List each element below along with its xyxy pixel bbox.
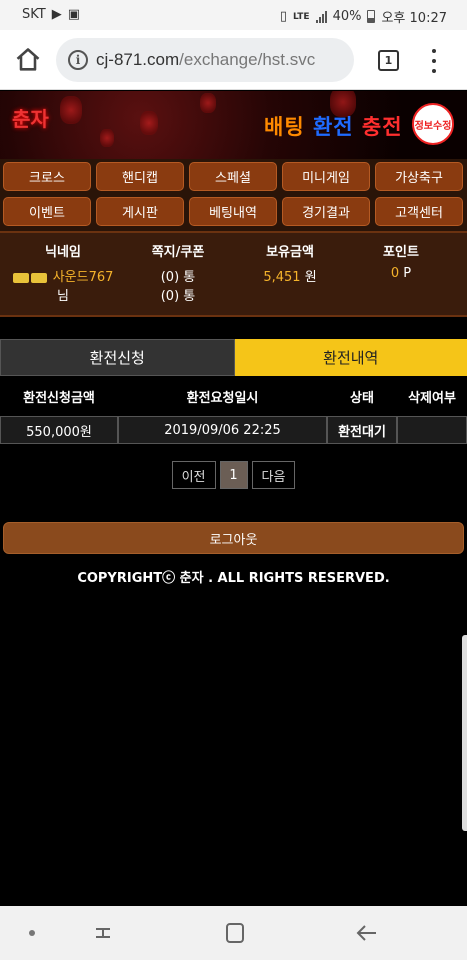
banner-title-exchange: 환전 xyxy=(312,115,354,139)
balance-label: 보유금액 xyxy=(266,245,314,260)
main-menu: 크로스 핸디캡 스페셜 미니게임 가상축구 이벤트 게시판 베팅내역 경기결과 … xyxy=(0,159,467,231)
menu-event[interactable]: 이벤트 xyxy=(3,197,91,226)
coupon-count[interactable]: (0) 통 xyxy=(128,285,228,304)
logout-button[interactable]: 로그아웃 xyxy=(3,522,464,554)
overflow-menu-icon[interactable] xyxy=(430,49,438,73)
menu-bet-history[interactable]: 베팅내역 xyxy=(189,197,277,226)
level-medal-icon xyxy=(12,272,29,283)
message-label: 쪽지/쿠폰 xyxy=(151,245,205,260)
url-host: cj-871.com xyxy=(96,50,180,69)
home-nav-icon[interactable] xyxy=(226,923,244,943)
android-nav-bar xyxy=(0,906,467,960)
menu-special[interactable]: 스페셜 xyxy=(189,162,277,191)
menu-cross[interactable]: 크로스 xyxy=(3,162,91,191)
battery-percent: 40% xyxy=(332,9,362,24)
message-count[interactable]: (0) 통 xyxy=(128,266,228,285)
prev-page-button[interactable]: 이전 xyxy=(171,461,216,489)
battery-icon xyxy=(367,10,376,23)
cell-amount: 550,000원 xyxy=(0,416,118,444)
table-row: 550,000원 2019/09/06 22:25 환전대기 xyxy=(0,416,467,444)
notification-icon: ▣ xyxy=(67,7,81,22)
tab-exchange-apply[interactable]: 환전신청 xyxy=(0,339,235,376)
next-page-button[interactable]: 다음 xyxy=(251,461,296,489)
balance-value: 5,451 xyxy=(263,270,301,285)
edit-profile-button[interactable]: 정보수정 xyxy=(412,103,454,145)
user-info-panel: 닉네임 사운드767 님 쪽지/쿠폰 (0) 통 (0) 통 보유금액 5,45… xyxy=(0,231,467,317)
banner-title-betting: 배팅 xyxy=(264,115,305,139)
url-path: /exchange/hst.svc xyxy=(179,50,316,69)
nickname-suffix: 님 xyxy=(57,289,69,304)
menu-results[interactable]: 경기결과 xyxy=(282,197,370,226)
nickname-column: 닉네임 사운드767 님 xyxy=(8,241,118,304)
network-label: LTE xyxy=(293,11,310,22)
menu-support[interactable]: 고객센터 xyxy=(375,197,463,226)
menu-handicap[interactable]: 핸디캡 xyxy=(96,162,184,191)
carrier-label: SKT xyxy=(22,7,46,22)
menu-minigame[interactable]: 미니게임 xyxy=(282,162,370,191)
banner-title: 배팅 환전 충전 xyxy=(264,111,403,141)
browser-toolbar: i cj-871.com/exchange/hst.svc 1 xyxy=(0,30,467,90)
header-datetime: 환전요청일시 xyxy=(186,390,259,406)
level-medal-icon xyxy=(30,272,47,283)
back-icon[interactable] xyxy=(356,923,378,943)
header-status: 상태 xyxy=(350,390,374,406)
copyright-text: COPYRIGHTⓒ 춘자 . ALL RIGHTS RESERVED. xyxy=(77,571,390,586)
balance-unit: 원 xyxy=(304,270,317,285)
tab-exchange-history[interactable]: 환전내역 xyxy=(234,339,467,376)
vibrate-icon: ▯ xyxy=(279,9,288,24)
points-label: 포인트 xyxy=(383,245,419,260)
keyboard-dot-icon[interactable] xyxy=(29,930,35,936)
cell-datetime: 2019/09/06 22:25 xyxy=(118,416,327,444)
header-amount: 환전신청금액 xyxy=(23,390,95,406)
balance-column: 보유금액 5,451 원 xyxy=(240,241,340,285)
cell-delete[interactable] xyxy=(397,416,467,444)
clock: 오후 10:27 xyxy=(381,11,447,26)
header-delete: 삭제여부 xyxy=(408,390,456,406)
table-header: 환전신청금액 환전요청일시 상태 삭제여부 xyxy=(0,378,467,414)
url-text[interactable]: cj-871.com/exchange/hst.svc xyxy=(96,50,315,70)
exchange-tabs: 환전신청 환전내역 xyxy=(0,339,467,376)
points-value: 0 xyxy=(390,266,400,281)
message-column[interactable]: 쪽지/쿠폰 (0) 통 (0) 통 xyxy=(128,241,228,304)
current-page-button[interactable]: 1 xyxy=(219,461,248,489)
menu-virtual-soccer[interactable]: 가상축구 xyxy=(375,162,463,191)
site-logo[interactable]: 춘자 xyxy=(12,103,49,132)
play-icon: ▶ xyxy=(51,7,62,22)
nickname-value: 사운드767 xyxy=(52,270,114,285)
recents-icon[interactable] xyxy=(94,924,112,942)
address-bar[interactable]: i cj-871.com/exchange/hst.svc xyxy=(56,38,354,82)
menu-board[interactable]: 게시판 xyxy=(96,197,184,226)
pagination: 이전 1 다음 xyxy=(0,461,467,491)
info-icon[interactable]: i xyxy=(68,50,88,70)
web-page: 춘자 배팅 환전 충전 정보수정 크로스 핸디캡 스페셜 미니게임 가상축구 이… xyxy=(0,91,467,906)
site-banner: 춘자 배팅 환전 충전 정보수정 xyxy=(0,91,467,159)
points-column: 포인트 0 P xyxy=(356,241,446,281)
home-icon[interactable] xyxy=(14,46,42,74)
tab-switcher-button[interactable]: 1 xyxy=(378,50,399,71)
scroll-handle[interactable] xyxy=(462,635,467,831)
cell-status: 환전대기 xyxy=(327,416,397,444)
points-unit: P xyxy=(403,266,412,281)
nickname-label: 닉네임 xyxy=(45,245,81,260)
banner-title-charge: 충전 xyxy=(361,115,403,139)
signal-icon xyxy=(315,10,327,23)
status-bar: SKT ▶ ▣ ▯ LTE 40% 오후 10:27 xyxy=(0,0,467,30)
